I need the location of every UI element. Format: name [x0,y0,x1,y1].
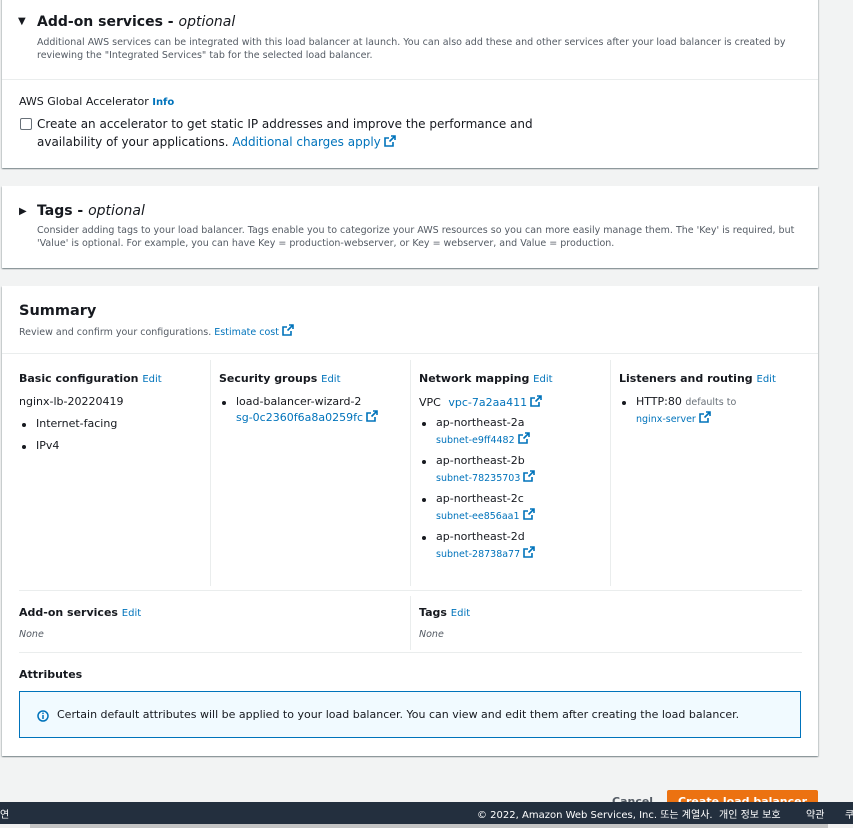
subnet-link[interactable]: subnet-78235703 [436,470,604,484]
footer-left-fragment: 연 [0,810,10,821]
list-item: ap-northeast-2b subnet-78235703 [419,454,604,484]
availability-zone: ap-northeast-2b [436,454,525,467]
subnet-link[interactable]: subnet-ee856aa1 [436,508,604,522]
list-item: IPv4 [19,439,204,452]
edit-listeners-link[interactable]: Edit [757,374,776,385]
list-item: HTTP:80 defaults to nginx-server [619,395,809,425]
edit-addon-services-link[interactable]: Edit [122,608,141,619]
listener-protocol-port: HTTP:80 [636,395,682,408]
external-link-icon [523,470,536,482]
summary-description: Review and confirm your configurations. [19,327,212,338]
list-item: ap-northeast-2a subnet-e9ff4482 [419,416,604,446]
divider [410,360,411,586]
listeners-routing-section: Listeners and routing Edit HTTP:80 defau… [619,372,809,425]
addon-summary-value: None [19,629,44,640]
defaults-to-text: defaults to [685,397,737,408]
divider [2,353,818,354]
external-link-icon [282,324,294,336]
tags-header[interactable]: Tags - optional [37,203,145,219]
addon-summary-heading: Add-on services [19,606,118,619]
list-item: Internet-facing [19,417,204,430]
availability-zone: ap-northeast-2a [436,416,525,429]
vpc-label: VPC [419,396,441,409]
external-link-icon [517,432,530,444]
subnet-link[interactable]: subnet-e9ff4482 [436,432,604,446]
subnet-link[interactable]: subnet-28738a77 [436,546,604,560]
security-groups-section: Security groups Edit load-balancer-wizar… [219,372,404,424]
divider [19,590,802,591]
list-item: ap-northeast-2d subnet-28738a77 [419,530,604,560]
attributes-info-alert: Certain default attributes will be appli… [19,691,801,738]
edit-network-mapping-link[interactable]: Edit [533,374,552,385]
security-group-link[interactable]: sg-0c2360f6a8a0259fc [236,410,404,424]
network-mapping-section: Network mapping Edit VPC vpc-7a2aa411 ap… [419,372,604,560]
external-link-icon [530,395,542,407]
tags-panel: ▶ Tags - optional Consider adding tags t… [2,186,818,268]
external-link-icon [366,410,378,422]
edit-security-groups-link[interactable]: Edit [321,374,340,385]
caret-right-icon[interactable]: ▶ [19,206,27,217]
attributes-heading: Attributes [19,668,83,681]
addon-services-title: Add-on services - [37,14,179,30]
basic-configuration-section: Basic configuration Edit nginx-lb-202204… [19,372,204,452]
divider [610,360,611,586]
accelerator-info-link[interactable]: Info [152,97,174,108]
availability-zone: ap-northeast-2c [436,492,524,505]
security-group-name: load-balancer-wizard-2 [236,395,362,408]
edit-basic-configuration-link[interactable]: Edit [142,374,161,385]
vpc-link[interactable]: vpc-7a2aa411 [448,395,542,409]
horizontal-scrollbar[interactable] [0,824,853,828]
addon-services-optional: optional [178,14,236,30]
footer-copyright: © 2022, Amazon Web Services, Inc. 또는 계열사… [477,810,713,821]
basic-configuration-heading: Basic configuration [19,372,139,385]
external-link-icon [523,546,535,558]
network-mapping-heading: Network mapping [419,372,530,385]
estimate-cost-link[interactable]: Estimate cost [214,324,294,338]
accelerator-checkbox[interactable] [20,118,32,130]
footer-privacy-link[interactable]: 개인 정보 보호 [719,806,781,821]
attributes-alert-text: Certain default attributes will be appli… [57,708,740,721]
tags-summary-heading: Tags [419,606,447,619]
list-item: load-balancer-wizard-2 sg-0c2360f6a8a025… [219,395,404,424]
footer-cookie-link[interactable]: 쿠 [845,806,853,821]
divider [19,652,802,653]
external-link-icon [699,411,711,423]
divider [2,79,818,80]
info-circle-icon [37,710,49,722]
scrollbar-thumb[interactable] [30,824,828,828]
load-balancer-name: nginx-lb-20220419 [19,395,124,408]
tags-summary-section: Tags Edit None [419,606,799,640]
accelerator-label: AWS Global Accelerator [19,95,149,108]
addon-services-panel: ▼ Add-on services - optional Additional … [2,0,818,168]
addon-summary-section: Add-on services Edit None [19,606,399,640]
external-link-icon [383,135,396,147]
availability-zone: ap-northeast-2d [436,530,525,543]
security-groups-heading: Security groups [219,372,318,385]
tags-summary-value: None [419,629,444,640]
summary-panel: Summary Review and confirm your configur… [2,286,818,756]
edit-tags-link[interactable]: Edit [451,608,470,619]
target-group-link[interactable]: nginx-server [636,411,809,425]
listeners-routing-heading: Listeners and routing [619,372,753,385]
external-link-icon [522,508,535,520]
addon-services-description: Additional AWS services can be integrate… [37,37,786,61]
summary-title: Summary [19,303,97,319]
tags-optional: optional [88,203,145,219]
tags-description: Consider adding tags to your load balanc… [37,225,795,249]
tags-title: Tags - [37,203,89,219]
footer-terms-link[interactable]: 약관 [806,806,824,821]
additional-charges-link[interactable]: Additional charges apply [232,135,396,149]
divider [410,596,411,650]
console-footer: 연 © 2022, Amazon Web Services, Inc. 또는 계… [0,802,853,824]
caret-down-icon[interactable]: ▼ [18,16,26,27]
divider [210,360,211,586]
list-item: ap-northeast-2c subnet-ee856aa1 [419,492,604,522]
